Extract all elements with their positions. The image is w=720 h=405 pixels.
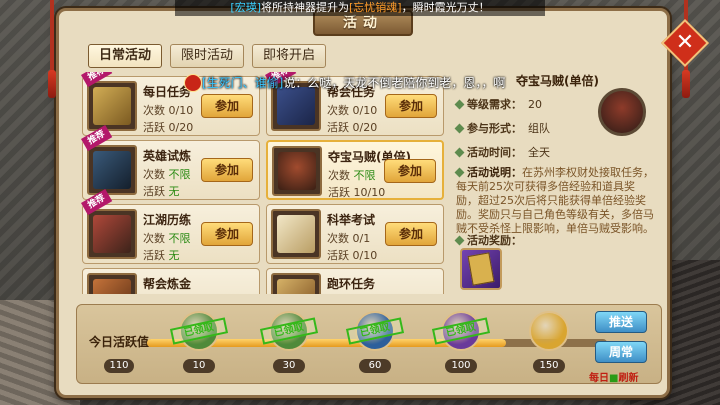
activity-active: 活跃 无 — [143, 185, 180, 198]
detail-description: 活动说明：在苏州李权财处接取任务，每天前25次可获得多倍经验和道具奖励，超过25… — [454, 166, 654, 235]
milestone-value: 100 — [445, 359, 477, 373]
activity-card-loop-task[interactable]: 跑环任务 — [266, 268, 444, 294]
exam-scroll-icon — [271, 209, 321, 259]
tab-upcoming[interactable]: 即将开启 — [252, 44, 327, 68]
milestone-150[interactable]: 150 — [527, 311, 571, 377]
detail-level: 等级需求： 20 — [454, 96, 542, 112]
hero-trial-icon — [87, 145, 137, 195]
broadcast-item[interactable]: [忘忧销魂] — [349, 1, 402, 14]
today-activity-total: 110 — [104, 359, 134, 373]
weekly-button[interactable]: 周常 — [595, 341, 647, 363]
activity-count: 次数 0/10 — [327, 104, 378, 117]
close-icon: ✕ — [675, 30, 695, 55]
milestone-value: 60 — [359, 359, 391, 373]
milestone-60[interactable]: 已领取 60 — [345, 311, 405, 377]
activity-card-hero-trial[interactable]: 推荐 英雄试炼 次数 不限 活跃 无 参加 — [81, 125, 260, 200]
left-tassel-ornament — [48, 70, 56, 98]
activity-list[interactable]: 推荐 每日任务 次数 0/10 活跃 0/20 参加 推荐 帮会任务 次数 0/… — [78, 72, 444, 294]
activity-count: 次数 不限 — [143, 232, 191, 245]
horse-bandit-portrait — [598, 88, 646, 136]
detail-time: 活动时间： 全天 — [454, 144, 550, 160]
diamond-bullet-icon — [454, 147, 465, 158]
activity-card-guild-alchemy[interactable]: 帮会炼金 次数 不限 — [82, 268, 260, 294]
activity-name: 江湖历练 — [143, 213, 192, 227]
milestone-100[interactable]: 已领取 100 — [431, 311, 491, 377]
activity-card-exam[interactable]: 科举考试 次数 0/1 活跃 0/10 参加 — [266, 204, 444, 264]
left-pole-ornament — [50, 0, 54, 78]
diamond-bullet-icon — [454, 235, 465, 246]
broadcast-text-2: ，瞬时霞光万丈！ — [401, 1, 490, 14]
join-button[interactable]: 参加 — [201, 94, 253, 118]
diamond-bullet-icon — [454, 167, 465, 178]
chat-text: 说：么哒，天龙不倒老陪你到老，恩，，啊 — [283, 76, 506, 90]
activity-count: 次数 不限 — [143, 168, 191, 181]
chat-message: [生死门、谁偷]说：么哒，天龙不倒老陪你到老，恩，，啊 — [180, 74, 505, 92]
reward-book-icon[interactable] — [460, 248, 502, 290]
activity-active: 活跃 0/20 — [327, 121, 378, 134]
activity-name: 帮会炼金 — [143, 277, 192, 291]
activity-detail-panel: 夺宝马贼(单倍) 等级需求： 20 参与形式： 组队 活动时间： 全天 活动说明：在苏… — [452, 70, 660, 300]
guild-alchemy-icon — [87, 273, 137, 294]
activity-bar: 今日活跃值 110 已领取 10 已领取 30 已领取 60 已领取 100 1… — [76, 304, 662, 384]
refresh-note: 每日■刷新 — [589, 373, 639, 384]
chat-sender[interactable]: [生死门、谁偷] — [202, 76, 283, 90]
loop-task-icon — [271, 273, 321, 294]
join-button[interactable]: 参加 — [384, 159, 436, 183]
diamond-bullet-icon — [454, 123, 465, 134]
milestone-30[interactable]: 已领取 30 — [259, 311, 319, 377]
daily-task-icon — [87, 81, 137, 131]
jianghu-icon — [87, 209, 137, 259]
activity-card-jianghu[interactable]: 推荐 江湖历练 次数 不限 活跃 无 参加 — [81, 189, 260, 264]
right-tassel-ornament — [682, 70, 690, 98]
activity-name: 跑环任务 — [327, 277, 376, 291]
milestone-value: 30 — [273, 359, 305, 373]
join-button[interactable]: 参加 — [385, 222, 437, 246]
system-broadcast: [宏瑛]将所持神器提升为[忘忧销魂]，瞬时霞光万丈！ — [175, 0, 545, 16]
join-button[interactable]: 参加 — [385, 94, 437, 118]
join-button[interactable]: 参加 — [201, 222, 253, 246]
detail-reward: 活动奖励： — [454, 232, 522, 248]
broadcast-player[interactable]: [宏瑛] — [230, 1, 261, 14]
diamond-bullet-icon — [454, 99, 465, 110]
activity-active: 活跃 0/20 — [143, 121, 194, 134]
today-activity-label: 今日活跃值 — [89, 335, 150, 349]
activity-active: 活跃 10/10 — [328, 186, 386, 199]
gold-ingot-icon — [529, 311, 569, 351]
activity-count: 次数 不限 — [328, 169, 376, 182]
activity-active: 活跃 无 — [143, 249, 180, 262]
activity-card-horse-bandit[interactable]: 夺宝马贼(单倍) 次数 不限 活跃 10/10 参加 — [266, 140, 444, 200]
speaker-icon — [184, 74, 202, 92]
activity-count: 次数 0/10 — [143, 104, 194, 117]
activity-count: 次数 0/1 — [327, 232, 371, 245]
tab-limited[interactable]: 限时活动 — [170, 44, 245, 68]
milestone-value: 150 — [533, 359, 565, 373]
milestone-value: 10 — [183, 359, 215, 373]
push-button[interactable]: 推送 — [595, 311, 647, 333]
join-button[interactable]: 参加 — [201, 158, 253, 182]
detail-title: 夺宝马贼(单倍) — [516, 74, 599, 88]
horse-bandit-icon — [272, 146, 322, 196]
tab-daily[interactable]: 日常活动 — [88, 44, 163, 68]
detail-form: 参与形式： 组队 — [454, 120, 550, 136]
broadcast-text-1: 将所持神器提升为 — [261, 1, 349, 14]
milestone-10[interactable]: 已领取 10 — [169, 311, 229, 377]
activity-name: 科举考试 — [327, 213, 376, 227]
activity-active: 活跃 0/10 — [327, 249, 378, 262]
activity-name: 英雄试炼 — [143, 149, 192, 163]
